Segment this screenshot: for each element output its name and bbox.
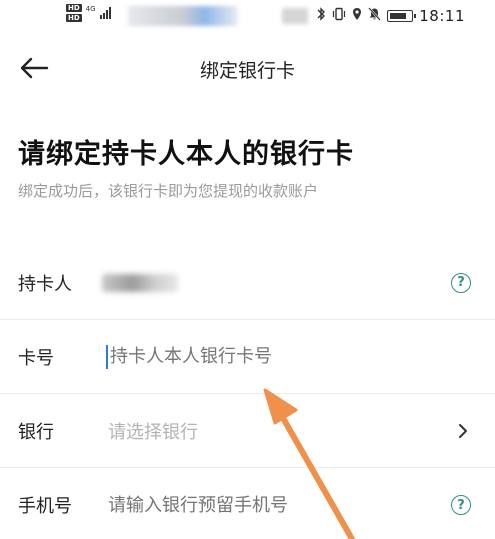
phone-label: 手机号 (18, 496, 72, 517)
blurred-status-region-2 (282, 8, 308, 24)
status-time: 18:11 (419, 7, 465, 25)
phone-row: 手机号 ? (0, 468, 495, 539)
bank-row[interactable]: 银行 请选择银行 (0, 394, 495, 468)
card-number-row: 卡号 (0, 320, 495, 394)
hd-badge-2: HD (66, 14, 82, 22)
card-number-label: 卡号 (18, 347, 54, 369)
cardholder-help-icon[interactable]: ? (451, 272, 471, 293)
text-cursor (106, 344, 108, 369)
page-subtitle: 绑定成功后，该银行卡即为您提现的收款账户 (18, 182, 319, 200)
phone-input[interactable] (108, 494, 418, 516)
page-heading: 请绑定持卡人本人的银行卡 (18, 139, 354, 170)
navigation-bar: 绑定银行卡 (0, 44, 495, 92)
location-icon (352, 7, 362, 25)
status-bar-left: HD HD 4G (66, 4, 111, 22)
battery-icon (387, 10, 417, 22)
phone-help-icon[interactable]: ? (451, 495, 471, 515)
cardholder-name-masked (102, 273, 178, 292)
cardholder-row: 持卡人 ? (0, 246, 495, 320)
status-bar: HD HD 4G 18:11 (0, 0, 495, 34)
blurred-status-region (128, 6, 238, 26)
vibrate-icon (332, 7, 346, 25)
status-bar-right: 18:11 (316, 7, 465, 25)
bind-bank-card-screen: HD HD 4G 18:11 绑定银行卡 请绑定持卡人本人的银行卡 绑定成功后，… (0, 0, 495, 539)
chevron-right-icon[interactable] (457, 422, 469, 440)
cardholder-label: 持卡人 (18, 273, 72, 295)
bluetooth-icon (316, 7, 326, 25)
bank-select[interactable]: 请选择银行 (108, 418, 418, 444)
hd-indicators: HD HD (66, 4, 82, 22)
mute-icon (368, 7, 382, 25)
network-type: 4G (85, 5, 96, 13)
card-number-input[interactable] (110, 346, 420, 367)
signal-strength-icon (99, 7, 111, 19)
page-title: 绑定银行卡 (199, 60, 295, 82)
hd-badge-1: HD (66, 4, 82, 12)
bank-label: 银行 (18, 421, 54, 443)
